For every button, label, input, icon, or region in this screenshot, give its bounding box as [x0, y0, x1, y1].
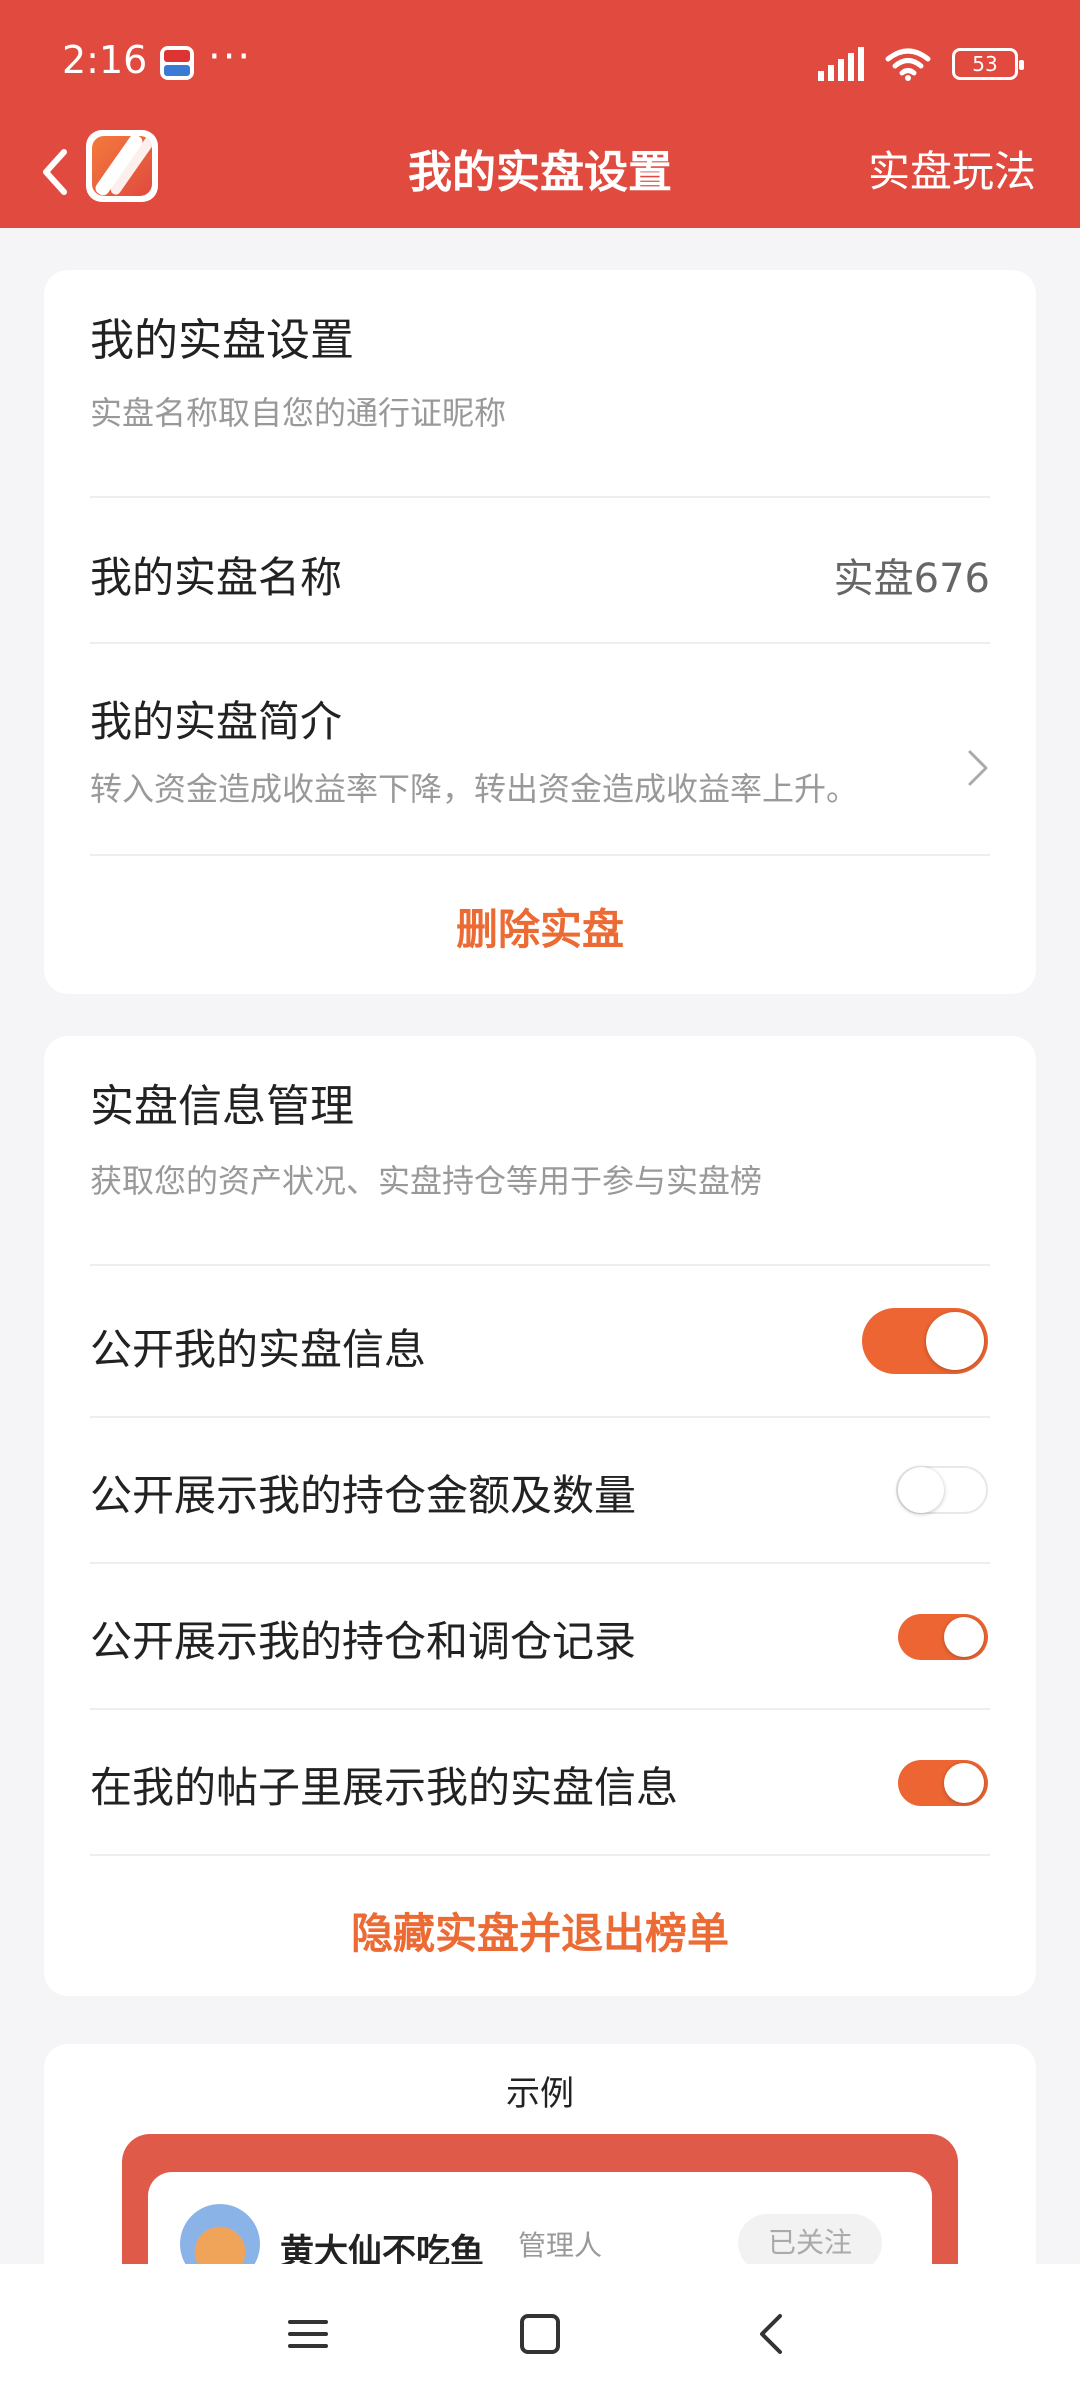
- toggle-row-label: 公开我的实盘信息: [90, 1325, 427, 1374]
- divider: [90, 854, 990, 856]
- sample-user-role: 管理人: [518, 2229, 603, 2262]
- home-icon[interactable]: [510, 2304, 570, 2364]
- settings-card: 我的实盘设置 实盘名称取自您的通行证昵称 我的实盘名称 实盘676 我的实盘简介…: [44, 270, 1036, 994]
- divider: [90, 642, 990, 644]
- delete-button[interactable]: 删除实盘: [44, 896, 1036, 957]
- notification-app-icon: [160, 46, 194, 80]
- holding-amount-toggle[interactable]: [896, 1466, 988, 1514]
- public-info-toggle[interactable]: [862, 1308, 988, 1374]
- divider: [90, 496, 990, 498]
- divider: [90, 1416, 990, 1418]
- post-display-toggle[interactable]: [898, 1760, 988, 1806]
- top-bar: 2:16 ··· 53 我的实盘设置 实盘玩法: [0, 0, 1080, 228]
- signal-icon: [818, 47, 864, 81]
- wifi-icon: [885, 48, 931, 81]
- divider: [90, 1854, 990, 1856]
- toggle-row-label: 公开展示我的持仓金额及数量: [90, 1471, 637, 1520]
- navigation-bar: 我的实盘设置 实盘玩法: [0, 120, 1080, 228]
- status-time: 2:16: [62, 38, 148, 82]
- info-management-card: 实盘信息管理 获取您的资产状况、实盘持仓等用于参与实盘榜 公开我的实盘信息 公开…: [44, 1036, 1036, 1996]
- battery-icon: 53: [952, 48, 1024, 80]
- name-row-value: 实盘676: [833, 556, 990, 602]
- more-notifications-icon: ···: [208, 34, 253, 80]
- toggle-row-label: 在我的帖子里展示我的实盘信息: [90, 1763, 679, 1812]
- status-bar: 2:16 ··· 53: [0, 0, 1080, 120]
- intro-row-value: 转入资金造成收益率下降，转出资金造成收益率上升。: [90, 770, 859, 808]
- hide-and-exit-button[interactable]: 隐藏实盘并退出榜单: [44, 1900, 1036, 1961]
- settings-card-title: 我的实盘设置: [90, 315, 354, 366]
- system-navigation-bar: [0, 2264, 1080, 2400]
- divider: [90, 1562, 990, 1564]
- name-row-label: 我的实盘名称: [90, 553, 343, 602]
- info-card-subtitle: 获取您的资产状况、实盘持仓等用于参与实盘榜: [90, 1162, 763, 1200]
- status-indicators: 53: [818, 44, 1024, 84]
- gameplay-link[interactable]: 实盘玩法: [868, 138, 1036, 199]
- sample-title: 示例: [506, 2074, 574, 2114]
- chevron-right-icon: [968, 750, 988, 786]
- battery-level: 53: [972, 52, 998, 76]
- holding-records-toggle[interactable]: [898, 1614, 988, 1660]
- divider: [90, 1264, 990, 1266]
- info-card-title: 实盘信息管理: [90, 1081, 354, 1132]
- back-icon[interactable]: [742, 2304, 802, 2364]
- toggle-row-label: 公开展示我的持仓和调仓记录: [90, 1617, 637, 1666]
- settings-card-subtitle: 实盘名称取自您的通行证昵称: [90, 394, 507, 432]
- menu-icon[interactable]: [278, 2304, 338, 2364]
- intro-row-label: 我的实盘简介: [90, 697, 343, 746]
- divider: [90, 1708, 990, 1710]
